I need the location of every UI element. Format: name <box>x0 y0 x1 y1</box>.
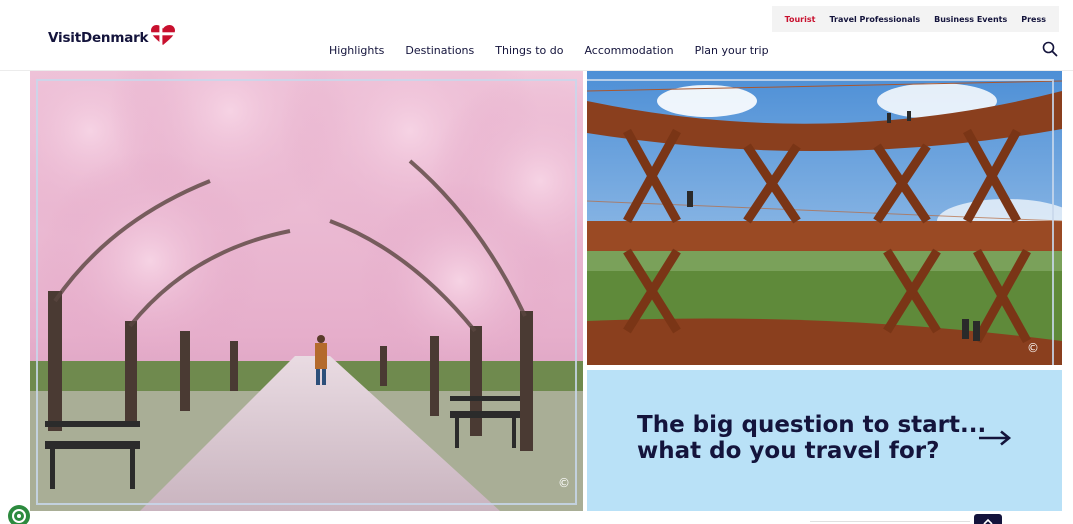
bottom-divider <box>810 521 970 522</box>
cherry-blossom-photo <box>30 71 583 511</box>
site-logo[interactable]: VisitDenmark <box>48 25 176 46</box>
cookie-settings-button[interactable] <box>8 505 30 524</box>
nav-item-destinations[interactable]: Destinations <box>405 44 474 57</box>
audience-link-travel-professionals[interactable]: Travel Professionals <box>829 15 920 24</box>
nav-item-things-to-do[interactable]: Things to do <box>495 44 563 57</box>
hero-image-treetop-tower[interactable]: © <box>587 71 1062 365</box>
cta-heading: The big question to start... what do you… <box>637 412 987 464</box>
cta-heading-line-2: what do you travel for? <box>637 438 940 464</box>
cookie-icon <box>12 509 26 523</box>
nav-item-plan-your-trip[interactable]: Plan your trip <box>695 44 769 57</box>
audience-link-press[interactable]: Press <box>1021 15 1046 24</box>
main-navigation: Highlights Destinations Things to do Acc… <box>329 44 790 57</box>
cta-heading-line-1: The big question to start... <box>637 412 987 438</box>
nav-item-highlights[interactable]: Highlights <box>329 44 384 57</box>
back-to-top-button[interactable] <box>974 514 1002 524</box>
nav-item-accommodation[interactable]: Accommodation <box>584 44 673 57</box>
arrow-right-icon <box>979 430 1012 446</box>
travel-for-cta-card[interactable]: The big question to start... what do you… <box>587 370 1062 511</box>
logo-wordmark: VisitDenmark <box>48 29 149 46</box>
danish-heart-icon <box>151 25 176 46</box>
hero-image-cherry-blossom-avenue[interactable]: © <box>30 71 583 511</box>
chevron-up-icon <box>983 518 993 524</box>
treetop-tower-photo <box>587 71 1062 365</box>
audience-switcher: Tourist Travel Professionals Business Ev… <box>771 6 1059 32</box>
hero-left-copyright: © <box>558 476 570 490</box>
search-button[interactable] <box>1041 40 1059 58</box>
search-icon <box>1042 41 1058 57</box>
audience-link-tourist[interactable]: Tourist <box>785 15 816 24</box>
hero-right-copyright: © <box>1027 341 1039 355</box>
audience-link-business-events[interactable]: Business Events <box>934 15 1007 24</box>
